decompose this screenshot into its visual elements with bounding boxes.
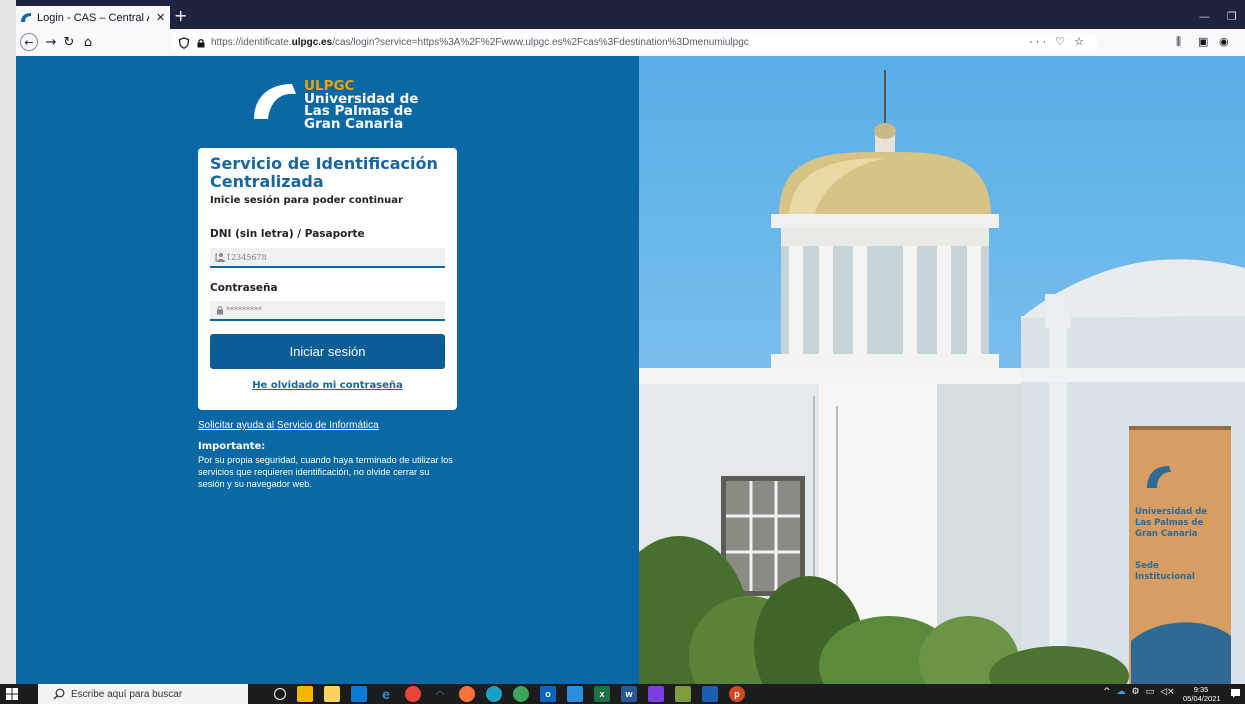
user-icon: [215, 253, 225, 262]
important-text: Por su propia seguridad, cuando haya ter…: [198, 455, 453, 489]
password-label: Contraseña: [210, 282, 278, 294]
taskbar-search-placeholder: Escribe aquí para buscar: [71, 688, 183, 700]
windows-start-icon[interactable]: [6, 688, 18, 700]
logo-text: ULPGC Universidad de Las Palmas de Gran …: [304, 80, 418, 130]
search-icon: [53, 688, 65, 700]
ulpgc-app-icon[interactable]: ◠: [432, 686, 448, 702]
paint-icon[interactable]: [675, 686, 691, 702]
outlook-icon[interactable]: o: [540, 686, 556, 702]
usb-icon[interactable]: ⚙: [1132, 687, 1140, 697]
new-tab-button[interactable]: +: [174, 8, 187, 24]
padlock-icon[interactable]: [196, 38, 206, 48]
url-actions: ··· ♡ ☆: [1029, 35, 1087, 48]
tab-bar: Login - CAS – Central Authenti ✕ + — ❐: [16, 0, 1245, 29]
login-button[interactable]: Iniciar sesión: [210, 334, 445, 369]
onedrive-icon[interactable]: ☁: [1117, 687, 1126, 697]
login-panel: ULPGC Universidad de Las Palmas de Gran …: [16, 56, 639, 684]
login-title: Servicio de Identificación Centralizada: [210, 154, 438, 191]
tab-title: Login - CAS – Central Authenti: [37, 11, 149, 24]
username-label: DNI (sin letra) / Pasaporte: [210, 228, 365, 240]
mail-icon[interactable]: [567, 686, 583, 702]
bookmark-star-icon[interactable]: ☆: [1074, 36, 1087, 48]
tracking-shield-icon[interactable]: [178, 36, 190, 49]
browser-window: Login - CAS – Central Authenti ✕ + — ❐ ←…: [16, 0, 1245, 684]
page-actions-icon[interactable]: ···: [1029, 36, 1049, 48]
campus-building-image: Universidad de Las Palmas de Gran Canari…: [639, 56, 1245, 684]
books-icon[interactable]: [648, 686, 664, 702]
pocket-icon[interactable]: ♡: [1055, 36, 1068, 48]
back-icon[interactable]: ←: [20, 33, 38, 51]
lock-icon: [217, 306, 223, 315]
library-icon[interactable]: ⫼: [1176, 35, 1181, 49]
restore-icon[interactable]: ❐: [1227, 10, 1237, 23]
clock-time: 9:35: [1193, 685, 1209, 694]
banner-line-4: Sede: [1135, 561, 1159, 571]
ulpgc-logo-mark-icon: [254, 84, 296, 119]
cortana-icon[interactable]: [274, 688, 286, 700]
firefox-icon[interactable]: [459, 686, 475, 702]
taskbar-clock[interactable]: 9:35 05/04/2021: [1183, 685, 1221, 703]
sidebar-icon[interactable]: ▣: [1198, 35, 1208, 48]
banner-line-5: Institucional: [1135, 572, 1195, 582]
building-illustration: Universidad de Las Palmas de Gran Canari…: [639, 70, 1245, 684]
banner-line-3: Gran Canaria: [1135, 529, 1198, 539]
banner-line-2: Las Palmas de: [1135, 518, 1204, 528]
file-explorer-icon[interactable]: [297, 686, 313, 702]
username-input[interactable]: 12345678: [210, 248, 445, 268]
password-input[interactable]: *********: [210, 301, 445, 321]
login-page: ULPGC Universidad de Las Palmas de Gran …: [16, 56, 1245, 684]
logo-line-3: Gran Canaria: [304, 115, 404, 132]
system-tray: ^ ☁ ⚙ ▭ ◁×: [1103, 687, 1175, 697]
login-subtitle: Inicie sesión para poder continuar: [210, 195, 403, 206]
chromium-icon[interactable]: [513, 686, 529, 702]
reload-icon[interactable]: ↻: [61, 34, 77, 50]
url-text[interactable]: https://identificate.ulpgc.es/cas/login?…: [211, 37, 749, 48]
important-title: Importante:: [198, 441, 266, 452]
word-icon[interactable]: w: [621, 686, 637, 702]
taskbar-apps: e ◠ o x w p: [274, 686, 745, 702]
minimize-icon[interactable]: —: [1199, 10, 1210, 23]
left-gutter: [0, 0, 16, 704]
volume-icon[interactable]: ◁×: [1160, 687, 1174, 697]
banner-line-1: Universidad de: [1135, 507, 1207, 517]
navigation-bar: ← → ↻ ⌂ https://identificate.ulpgc.es/ca…: [16, 29, 1245, 57]
ulpgc-logo: ULPGC Universidad de Las Palmas de Gran …: [252, 80, 418, 130]
desktop: Login - CAS – Central Authenti ✕ + — ❐ ←…: [0, 0, 1245, 704]
help-link[interactable]: Solicitar ayuda al Servicio de Informáti…: [198, 420, 379, 431]
chrome-icon[interactable]: [405, 686, 421, 702]
store-icon[interactable]: [324, 686, 340, 702]
tab-login[interactable]: Login - CAS – Central Authenti ✕: [16, 6, 170, 29]
account-icon[interactable]: ◉: [1219, 35, 1229, 48]
mail-app-icon[interactable]: [351, 686, 367, 702]
tab-close-icon[interactable]: ✕: [156, 11, 165, 24]
excel-icon[interactable]: x: [594, 686, 610, 702]
app-icon[interactable]: [702, 686, 718, 702]
login-card: Servicio de Identificación Centralizada …: [198, 148, 457, 410]
powerpoint-icon[interactable]: p: [729, 686, 745, 702]
edge-legacy-icon[interactable]: e: [378, 686, 394, 702]
ulpgc-favicon-icon: [20, 12, 32, 24]
forward-icon[interactable]: →: [43, 34, 59, 50]
notifications-icon[interactable]: [1230, 688, 1241, 699]
clock-date: 05/04/2021: [1183, 694, 1221, 703]
home-icon[interactable]: ⌂: [80, 34, 96, 50]
taskbar-search[interactable]: Escribe aquí para buscar: [38, 684, 248, 704]
chevron-up-icon[interactable]: ^: [1103, 687, 1111, 697]
password-placeholder: *********: [226, 305, 262, 315]
forgot-password-link[interactable]: He olvidado mi contraseña: [198, 380, 457, 391]
url-bar[interactable]: https://identificate.ulpgc.es/cas/login?…: [172, 33, 1097, 52]
windows-taskbar: Escribe aquí para buscar e ◠ o x w p ^ ☁…: [0, 684, 1245, 704]
edge-icon[interactable]: [486, 686, 502, 702]
username-placeholder: 12345678: [226, 252, 267, 262]
network-icon[interactable]: ▭: [1146, 687, 1155, 697]
